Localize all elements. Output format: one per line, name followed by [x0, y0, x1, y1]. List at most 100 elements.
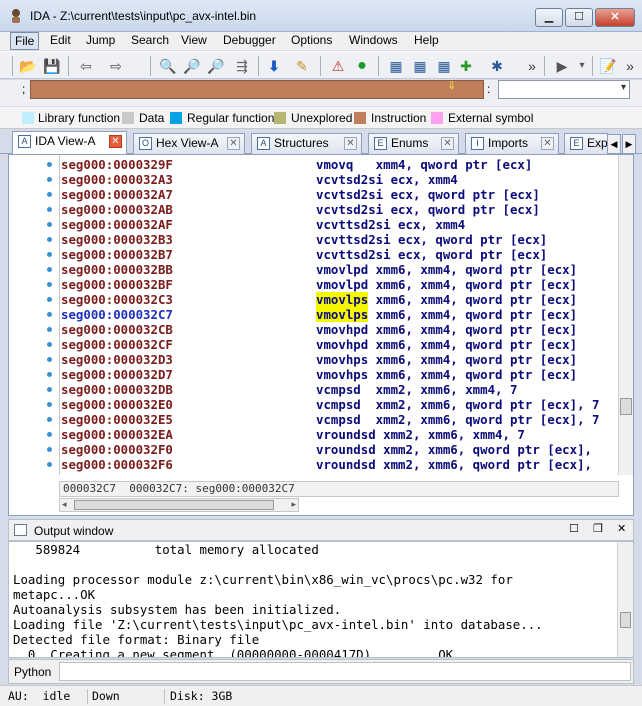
tab-hex-view-a[interactable]: O Hex View-A ✕ [133, 133, 245, 154]
disassembly-row[interactable]: seg000:0000329F vmovq xmm4, qword ptr [ec… [61, 157, 532, 172]
dropdown-arrow-icon[interactable]: ▾ [572, 56, 592, 76]
disassembly-row[interactable]: seg000:000032D3 vmovhps xmm6, xmm4, qword… [61, 352, 577, 367]
line-breakpoint-dot[interactable] [47, 357, 52, 362]
scroll-right-icon[interactable]: ▸ [291, 499, 296, 510]
more-chevron-icon[interactable]: » [522, 56, 542, 76]
data-icon[interactable]: ▦ [410, 56, 430, 76]
menu-view[interactable]: View [177, 32, 211, 50]
add-segment-icon[interactable]: ✚ [456, 56, 476, 76]
restore-icon[interactable]: ☐ [569, 522, 579, 535]
disassembly-row[interactable]: seg000:000032A3 vcvtsd2si ecx, xmm4 [61, 172, 458, 187]
debugger-options-icon[interactable]: 📝 [598, 56, 618, 76]
disassembly-row[interactable]: seg000:000032E0 vcmpsd xmm2, xmm6, qword … [61, 397, 599, 412]
disassembly-row[interactable]: seg000:000032E5 vcmpsd xmm2, xmm6, qword … [61, 412, 599, 427]
warning-icon[interactable]: ⚠ [328, 56, 348, 76]
menu-file[interactable]: File [10, 32, 40, 50]
menu-edit[interactable]: Edit [46, 32, 75, 50]
line-breakpoint-dot[interactable] [47, 177, 52, 182]
line-breakpoint-dot[interactable] [47, 447, 52, 452]
line-breakpoint-dot[interactable] [47, 252, 52, 257]
line-breakpoint-dot[interactable] [47, 297, 52, 302]
scrollbar-thumb[interactable] [74, 500, 274, 510]
scroll-left-icon[interactable]: ◂ [62, 499, 67, 510]
disassembly-row[interactable]: seg000:000032F0 vroundsd xmm2, xmm6, qwor… [61, 442, 592, 457]
line-breakpoint-dot[interactable] [47, 312, 52, 317]
jump-down-icon[interactable]: ⬇ [264, 56, 284, 76]
search-binary-icon[interactable]: 🔎 [182, 56, 202, 76]
mark-position-icon[interactable]: ✎ [292, 56, 312, 76]
line-breakpoint-dot[interactable] [47, 417, 52, 422]
close-icon[interactable]: ✕ [441, 137, 454, 150]
line-breakpoint-dot[interactable] [47, 267, 52, 272]
more-chevron-icon[interactable]: » [620, 56, 640, 76]
forward-arrow-icon[interactable]: ⇨ [106, 56, 126, 76]
disassembly-row[interactable]: seg000:000032B3 vcvttsd2si ecx, qword ptr… [61, 232, 547, 247]
tab-structures[interactable]: A Structures ✕ [251, 133, 362, 154]
line-breakpoint-dot[interactable] [47, 342, 52, 347]
disassembly-row[interactable]: seg000:000032BF vmovlpd xmm6, xmm4, qword… [61, 277, 577, 292]
tab-exports[interactable]: E Exp [564, 133, 608, 154]
menu-jump[interactable]: Jump [82, 32, 119, 50]
string-icon[interactable]: ▦ [434, 56, 454, 76]
menu-windows[interactable]: Windows [345, 32, 402, 50]
line-breakpoint-dot[interactable] [47, 237, 52, 242]
menu-debugger[interactable]: Debugger [219, 32, 280, 50]
tab-imports[interactable]: I Imports ✕ [465, 133, 559, 154]
line-breakpoint-dot[interactable] [47, 207, 52, 212]
ida-view-a-panel[interactable]: seg000:0000329F vmovq xmm4, qword ptr [ec… [8, 154, 634, 516]
line-breakpoint-dot[interactable] [47, 432, 52, 437]
search-next-icon[interactable]: ⇶ [232, 56, 252, 76]
play-icon[interactable]: ▶ [552, 56, 572, 76]
close-icon[interactable]: ✕ [109, 135, 122, 148]
tab-enums[interactable]: E Enums ✕ [368, 133, 459, 154]
segment-dropdown[interactable]: ▾ [498, 80, 630, 99]
line-breakpoint-dot[interactable] [47, 462, 52, 467]
close-icon[interactable]: ✕ [617, 522, 626, 535]
close-icon[interactable]: ✕ [227, 137, 240, 150]
title-bar[interactable]: IDA - Z:\current\tests\input\pc_avx-inte… [0, 0, 642, 32]
open-folder-icon[interactable]: 📂 [18, 56, 38, 76]
disassembly-row[interactable]: seg000:000032AB vcvtsd2si ecx, qword ptr … [61, 202, 540, 217]
line-breakpoint-dot[interactable] [47, 402, 52, 407]
disassembly-row[interactable]: seg000:000032D7 vmovhps xmm6, xmm4, qword… [61, 367, 577, 382]
disassembly-row[interactable]: seg000:000032A7 vcvtsd2si ecx, qword ptr … [61, 187, 540, 202]
output-vertical-scrollbar[interactable] [617, 542, 633, 657]
vertical-scrollbar[interactable] [618, 155, 633, 475]
code-icon[interactable]: ▦ [386, 56, 406, 76]
python-command-input[interactable] [59, 662, 631, 681]
line-breakpoint-dot[interactable] [47, 282, 52, 287]
tab-scroll-left-icon[interactable]: ◀ [607, 134, 621, 154]
line-breakpoint-dot[interactable] [47, 327, 52, 332]
line-breakpoint-dot[interactable] [47, 162, 52, 167]
menu-options[interactable]: Options [287, 32, 336, 50]
line-breakpoint-dot[interactable] [47, 222, 52, 227]
disassembly-row[interactable]: seg000:000032EA vroundsd xmm2, xmm6, xmm4… [61, 427, 525, 442]
tab-ida-view-a[interactable]: A IDA View-A ✕ [12, 131, 127, 155]
tab-scroll-right-icon[interactable]: ▶ [622, 134, 636, 154]
disassembly-row[interactable]: seg000:000032B7 vcvttsd2si ecx, qword ptr… [61, 247, 547, 262]
disassembly-row[interactable]: seg000:000032AF vcvttsd2si ecx, xmm4 [61, 217, 465, 232]
float-icon[interactable]: ❐ [593, 522, 603, 535]
maximize-button[interactable]: ☐ [565, 8, 593, 27]
disassembly-row[interactable]: seg000:000032F6 vroundsd xmm2, xmm6, qwor… [61, 457, 592, 472]
close-button[interactable]: ✕ [595, 8, 635, 27]
back-arrow-icon[interactable]: ⇦ [76, 56, 96, 76]
horizontal-scrollbar[interactable]: ◂ ▸ [59, 498, 299, 512]
search-text-icon[interactable]: 🔍 [158, 56, 178, 76]
output-window-body[interactable]: 589824 total memory allocated Loading pro… [8, 541, 634, 658]
line-breakpoint-dot[interactable] [47, 372, 52, 377]
line-breakpoint-dot[interactable] [47, 387, 52, 392]
run-green-circle-icon[interactable]: ● [352, 56, 372, 76]
disassembly-row[interactable]: seg000:000032CB vmovhpd xmm6, xmm4, qword… [61, 322, 577, 337]
search-immediate-icon[interactable]: 🔎 [206, 56, 226, 76]
menu-search[interactable]: Search [127, 32, 173, 50]
minimize-button[interactable]: ▁ [535, 8, 563, 27]
close-icon[interactable]: ✕ [344, 137, 357, 150]
disassembly-row[interactable]: seg000:000032C3 vmovlps xmm6, xmm4, qword… [61, 292, 577, 307]
close-icon[interactable]: ✕ [541, 137, 554, 150]
line-breakpoint-dot[interactable] [47, 192, 52, 197]
scrollbar-thumb[interactable] [620, 612, 631, 628]
disassembly-row[interactable]: seg000:000032CF vmovhpd xmm6, xmm4, qword… [61, 337, 577, 352]
disassembly-row[interactable]: seg000:000032DB vcmpsd xmm2, xmm6, xmm4, … [61, 382, 517, 397]
scrollbar-thumb[interactable] [620, 398, 632, 415]
